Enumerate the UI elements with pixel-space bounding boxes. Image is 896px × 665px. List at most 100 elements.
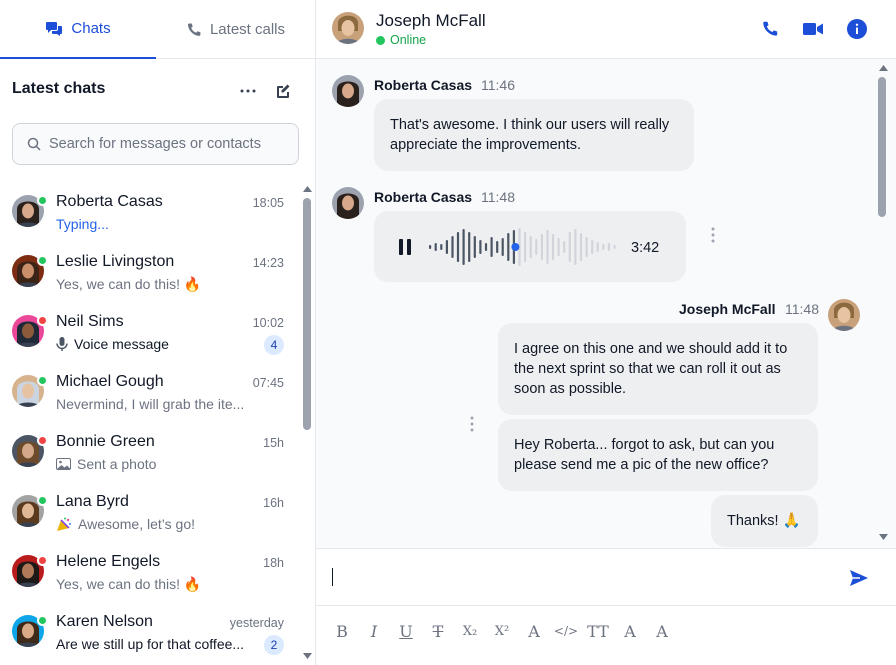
chat-contact-name: Karen Nelson <box>56 613 153 630</box>
waveform-bar <box>462 229 465 265</box>
chat-list-item[interactable]: Helene Engels 18h Yes, we can do this! 🔥 <box>0 540 300 600</box>
search-box <box>12 123 299 165</box>
scroll-down-arrow-icon <box>879 534 888 540</box>
waveform-bar <box>434 243 437 251</box>
message-input[interactable] <box>330 563 830 593</box>
audio-waveform[interactable] <box>428 227 618 267</box>
bold-button[interactable]: B <box>331 620 353 642</box>
phone-icon <box>763 21 778 36</box>
contact-status: Online <box>376 33 426 47</box>
call-button[interactable] <box>758 17 782 41</box>
subscript-icon: X₂ <box>462 623 478 639</box>
tab-chats-label: Chats <box>71 20 111 37</box>
chat-time: 10:02 <box>252 316 284 330</box>
message-list-scroll-thumb[interactable] <box>878 77 886 217</box>
chat-contact-name: Bonnie Green <box>56 433 155 450</box>
unread-count-badge: 2 <box>264 635 284 655</box>
playback-position-handle <box>511 243 520 251</box>
code-button[interactable]: </> <box>553 620 579 642</box>
waveform-bar <box>456 232 460 262</box>
font-family-button[interactable]: A <box>619 620 641 642</box>
sender-avatar[interactable] <box>828 299 860 331</box>
chat-list-item[interactable]: Leslie Livingston 14:23 Yes, we can do thi… <box>0 240 300 300</box>
message-options-button[interactable] <box>465 413 479 435</box>
strikethrough-icon: T <box>432 621 444 641</box>
sender-avatar[interactable] <box>332 75 364 107</box>
more-horizontal-icon <box>240 89 256 93</box>
chat-preview-text: Nevermind, I will grab the ite... <box>56 396 245 412</box>
message-bubble[interactable]: That's awesome. I think our users will r… <box>374 99 694 171</box>
font-family-icon: A <box>624 621 636 641</box>
waveform-bar <box>524 232 527 262</box>
chat-preview-text: Yes, we can do this! 🔥 <box>56 576 202 592</box>
chat-list-item[interactable]: Karen Nelson yesterday Are we still up for… <box>0 600 300 660</box>
pause-icon <box>399 239 411 255</box>
tab-chats[interactable]: Chats <box>0 0 156 59</box>
chat-contact-name: Helene Engels <box>56 553 161 570</box>
text-case-button[interactable]: A <box>651 620 673 642</box>
video-call-button[interactable] <box>801 17 825 41</box>
unread-count-badge: 4 <box>264 335 284 355</box>
sender-avatar[interactable] <box>332 187 364 219</box>
waveform-bar <box>529 236 532 258</box>
message-sender: Roberta Casas <box>374 189 473 205</box>
bold-icon: B <box>336 621 348 641</box>
chat-preview: Nevermind, I will grab the ite... <box>56 396 244 412</box>
info-button[interactable] <box>845 17 869 41</box>
code-icon: </> <box>553 624 579 638</box>
chat-list-item[interactable]: Michael Gough 07:45 Nevermind, I will grab… <box>0 360 300 420</box>
chat-time: 18:05 <box>252 196 284 210</box>
more-vertical-icon <box>711 227 715 243</box>
subscript-button[interactable]: X₂ <box>459 620 481 642</box>
chat-contact-name: Roberta Casas <box>56 193 163 210</box>
text-caret <box>332 568 333 586</box>
waveform-bar <box>607 243 610 251</box>
chat-list: Roberta Casas 18:05 Typing... Leslie Living… <box>0 180 300 665</box>
send-button[interactable] <box>848 567 870 589</box>
chat-time: 14:23 <box>252 256 284 270</box>
online-status-dot <box>37 615 48 626</box>
chat-list-item[interactable]: Lana Byrd 16h Awesome, let’s go! <box>0 480 300 540</box>
pause-button[interactable] <box>398 239 412 255</box>
chat-preview: Yes, we can do this! 🔥 <box>56 576 201 593</box>
waveform-bar <box>496 241 499 253</box>
microphone-icon <box>56 337 68 351</box>
text-case-icon: A <box>656 621 668 641</box>
chat-preview-text: Typing... <box>56 216 109 232</box>
superscript-button[interactable]: X² <box>491 620 513 642</box>
chat-contact-name: Neil Sims <box>56 313 124 330</box>
chat-contact-name: Lana Byrd <box>56 493 129 510</box>
strikethrough-button[interactable]: T <box>427 620 449 642</box>
tab-bar: Chats Latest calls <box>0 0 315 59</box>
chat-preview-text: Awesome, let’s go! <box>78 516 195 532</box>
search-input[interactable] <box>49 136 289 152</box>
underline-button[interactable]: U <box>395 620 417 642</box>
chat-list-item[interactable]: Roberta Casas 18:05 Typing... <box>0 180 300 240</box>
new-chat-button[interactable] <box>272 80 294 102</box>
waveform-bar <box>445 240 448 254</box>
chat-list-scroll-thumb[interactable] <box>303 198 311 430</box>
waveform-bar <box>574 229 577 265</box>
online-status-dot <box>37 375 48 386</box>
text-color-button[interactable]: A <box>523 620 545 642</box>
message-sender: Joseph McFall <box>679 301 776 317</box>
scroll-up-arrow-icon <box>879 65 888 71</box>
chat-contact-name: Michael Gough <box>56 373 164 390</box>
contact-avatar[interactable] <box>332 12 364 44</box>
text-color-icon: A <box>528 621 540 641</box>
message-bubble[interactable]: Hey Roberta... forgot to ask, but can yo… <box>498 419 818 491</box>
message-bubble[interactable]: Thanks! 🙏 <box>711 495 818 547</box>
more-options-button[interactable] <box>237 80 259 102</box>
tab-latest-calls[interactable]: Latest calls <box>156 0 315 59</box>
message-time: 11:46 <box>481 77 515 93</box>
message-list: Roberta Casas 11:46 That's awesome. I th… <box>316 59 896 548</box>
message-options-button[interactable] <box>706 224 720 246</box>
chat-list-item[interactable]: Bonnie Green 15h Sent a photo <box>0 420 300 480</box>
font-size-button[interactable]: TT <box>587 620 609 642</box>
message-text: Thanks! 🙏 <box>727 513 801 529</box>
chat-time: 16h <box>263 496 284 510</box>
message-bubble[interactable]: I agree on this one and we should add it… <box>498 323 818 415</box>
waveform-bar <box>585 237 588 257</box>
chat-list-item[interactable]: Neil Sims 10:02 Voice message 4 <box>0 300 300 360</box>
italic-button[interactable]: I <box>363 620 385 642</box>
